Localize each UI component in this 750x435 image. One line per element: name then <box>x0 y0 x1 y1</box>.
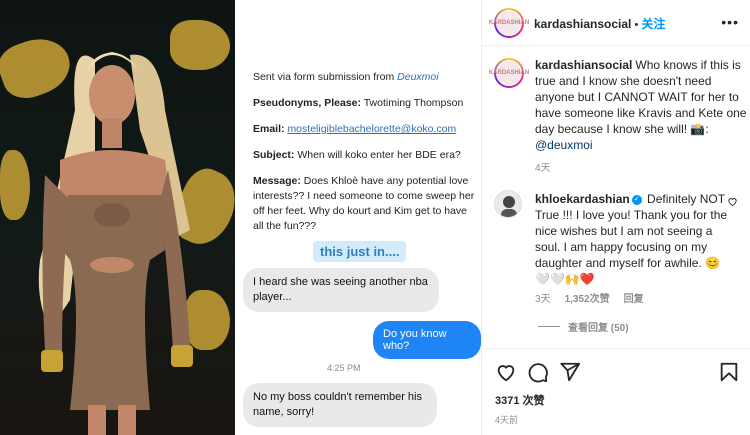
comment-age: 3天 <box>535 294 551 305</box>
message-label: Message: <box>253 175 301 187</box>
message-screenshot: Sent via form submission from Deuxmoi Ps… <box>235 0 481 435</box>
avatar-text: KARDASHIAN <box>489 10 529 36</box>
follow-button[interactable]: 关注 <box>641 17 665 31</box>
comment: khloekardashian ✓ Definitely NOT True !!!… <box>535 191 731 287</box>
view-replies-button[interactable]: 查看回复 (50) <box>538 319 629 334</box>
more-icon[interactable]: ••• <box>721 14 739 30</box>
subject-line: Subject: When will koko enter her BDE er… <box>253 148 475 163</box>
view-replies-label: 查看回复 (50) <box>568 323 629 334</box>
message-line: Message: Does Khloè have any potential l… <box>253 174 475 234</box>
commenter-photo <box>501 196 517 217</box>
subject-value: When will koko enter her BDE era? <box>294 149 461 161</box>
form-submission: Sent via form submission from Deuxmoi Ps… <box>253 70 475 245</box>
comment-like-icon[interactable] <box>727 196 738 207</box>
received-bubble: I heard she was seeing another nba playe… <box>243 268 439 312</box>
heart-icon[interactable] <box>495 361 517 383</box>
pseudonym-label: Pseudonyms, Please: <box>253 97 361 109</box>
post-header: KARDASHIAN kardashiansocial • 关注 ••• <box>482 0 750 46</box>
share-icon[interactable] <box>559 361 581 383</box>
post-caption: kardashiansocial Who knows if this is tru… <box>535 57 747 153</box>
source-line: Sent via form submission from Deuxmoi <box>253 70 475 85</box>
subject-label: Subject: <box>253 149 295 161</box>
just-in-label: this just in.... <box>313 241 407 262</box>
mention-link[interactable]: @deuxmoi <box>535 138 593 152</box>
comment-text: Definitely NOT True !!! I love you! Than… <box>535 192 728 286</box>
message-time: 4:25 PM <box>327 363 361 373</box>
comment-icon[interactable] <box>527 361 549 383</box>
follow-separator: • <box>631 19 642 31</box>
header-title: kardashiansocial • 关注 <box>534 15 665 33</box>
replies-line <box>538 326 560 327</box>
received-bubble: No my boss couldn't remember his name, s… <box>243 383 437 427</box>
pseudonym-line: Pseudonyms, Please: Twotiming Thompson <box>253 96 475 111</box>
email-link[interactable]: mosteligiblebachelorette@koko.com <box>287 123 456 135</box>
post-photo <box>0 0 235 435</box>
pseudonym-value: Twotiming Thompson <box>360 97 464 109</box>
avatar[interactable]: KARDASHIAN <box>489 58 529 88</box>
username-link[interactable]: kardashiansocial <box>534 17 631 31</box>
commenter-avatar[interactable] <box>494 190 522 218</box>
comment-likes[interactable]: 1,352次赞 <box>565 290 610 305</box>
post-age: 4天前 <box>495 415 519 425</box>
email-line: Email: mosteligiblebachelorette@koko.com <box>253 122 475 137</box>
email-label: Email: <box>253 123 285 135</box>
reply-button[interactable]: 回复 <box>624 290 644 305</box>
likes-count[interactable]: 3371 次赞 <box>495 392 545 408</box>
avatar[interactable]: KARDASHIAN <box>489 8 529 38</box>
verified-icon: ✓ <box>631 194 642 205</box>
comment-meta: 3天 1,352次赞 回复 <box>535 290 644 305</box>
caption-age: 4天 <box>535 163 551 174</box>
avatar-text: KARDASHIAN <box>489 60 529 86</box>
caption-username[interactable]: kardashiansocial <box>535 58 632 72</box>
instagram-panel: KARDASHIAN kardashiansocial • 关注 ••• KAR… <box>481 0 750 435</box>
sent-bubble: Do you know who? <box>373 321 481 359</box>
source-prefix: Sent via form submission from <box>253 71 398 83</box>
woman-figure <box>38 52 193 435</box>
bookmark-icon[interactable] <box>718 361 740 383</box>
comment-username[interactable]: khloekardashian <box>535 192 630 206</box>
deuxmoi-link[interactable]: Deuxmoi <box>397 71 438 83</box>
